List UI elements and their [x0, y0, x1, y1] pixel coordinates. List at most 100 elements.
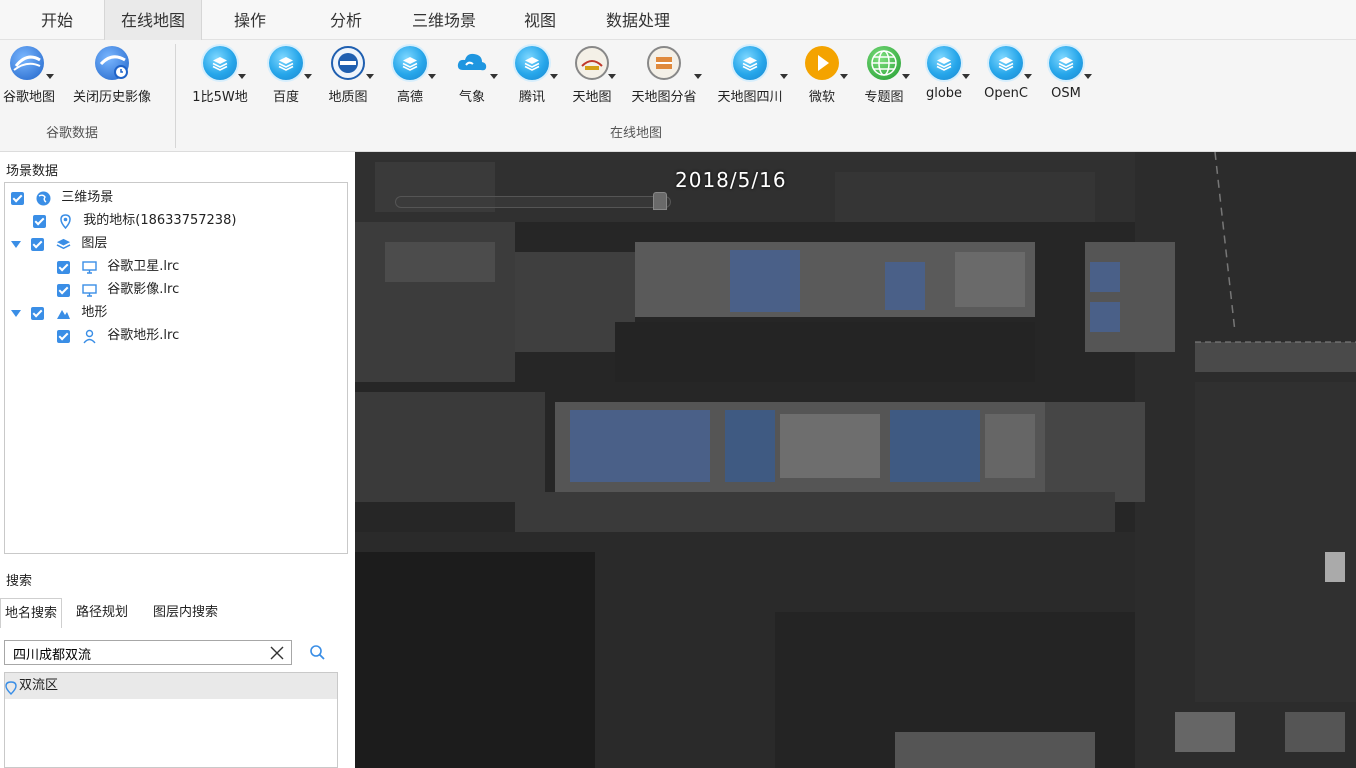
left-panel: 场景数据 三维场景 我的地标(18633757238) 图层 谷歌卫星.lrc …	[0, 152, 355, 768]
globe-icon	[36, 191, 51, 206]
expand-arrow-icon[interactable]	[11, 240, 21, 248]
ribbon-toolbar: 谷歌地图 关闭历史影像 谷歌数据 1比5W地 百度 地质图 高德 气象 腾讯 天…	[0, 40, 1356, 152]
chevron-down-icon[interactable]	[1024, 74, 1032, 79]
close-history-imagery-button[interactable]: 关闭历史影像	[64, 44, 160, 114]
tree-node-label: 地形	[81, 305, 108, 320]
search-results-list: 双流区	[4, 672, 338, 768]
map-view[interactable]: 2018/5/16	[355, 152, 1356, 768]
close-history-imagery-label: 关闭历史影像	[72, 90, 151, 105]
tree-node-google-imagery[interactable]: 谷歌影像.lrc	[57, 279, 179, 301]
pin-icon	[5, 679, 17, 695]
tree-node-my-landmark[interactable]: 我的地标(18633757238)	[33, 210, 236, 232]
search-icon[interactable]	[309, 644, 326, 661]
checkbox[interactable]	[57, 260, 70, 274]
tab-place-search[interactable]: 地名搜索	[0, 598, 62, 628]
layers-icon	[515, 46, 549, 80]
weather-button[interactable]: 气象	[444, 44, 500, 114]
chevron-down-icon[interactable]	[840, 74, 848, 79]
checkbox[interactable]	[33, 214, 46, 228]
chevron-down-icon[interactable]	[366, 74, 374, 79]
tencent-button[interactable]: 腾讯	[504, 44, 560, 114]
layers-icon	[927, 46, 961, 80]
chevron-down-icon[interactable]	[608, 74, 616, 79]
list-item[interactable]: 双流区	[5, 673, 337, 699]
chevron-down-icon[interactable]	[490, 74, 498, 79]
thematic-map-button[interactable]: 专题图	[856, 44, 912, 114]
tab-operate[interactable]: 操作	[212, 0, 288, 40]
gaode-label: 高德	[396, 90, 423, 105]
chevron-down-icon[interactable]	[694, 74, 702, 79]
ribbon-separator	[175, 44, 176, 148]
chevron-down-icon[interactable]	[46, 74, 54, 79]
scene-panel-title: 场景数据	[6, 164, 59, 179]
tree-node-label: 我的地标(18633757238)	[83, 213, 237, 228]
history-time-slider[interactable]	[395, 196, 671, 208]
tianditu-province-button[interactable]: 天地图分省	[624, 44, 704, 114]
scene-tree: 三维场景 我的地标(18633757238) 图层 谷歌卫星.lrc 谷歌影像.…	[4, 182, 348, 554]
thematic-globe-icon	[867, 46, 901, 80]
chevron-down-icon[interactable]	[780, 74, 788, 79]
map-1-50k-button[interactable]: 1比5W地	[188, 44, 252, 114]
monitor-icon	[82, 283, 97, 298]
tree-node-label: 谷歌地形.lrc	[107, 328, 180, 343]
baidu-button[interactable]: 百度	[258, 44, 314, 114]
search-input[interactable]	[13, 644, 263, 662]
close-icon[interactable]	[269, 645, 285, 661]
slider-handle[interactable]	[653, 192, 667, 210]
google-earth-icon	[10, 46, 44, 80]
tree-node-label: 谷歌卫星.lrc	[107, 259, 180, 274]
tianditu-button[interactable]: 天地图	[566, 44, 618, 114]
expand-arrow-icon[interactable]	[11, 309, 21, 317]
tree-node-google-terrain[interactable]: 谷歌地形.lrc	[57, 325, 179, 347]
google-map-label: 谷歌地图	[2, 90, 55, 105]
osm-label: OSM	[1051, 86, 1081, 101]
checkbox[interactable]	[57, 283, 70, 297]
tab-layer-search[interactable]: 图层内搜索	[153, 598, 233, 628]
chevron-down-icon[interactable]	[902, 74, 910, 79]
tab-data-processing[interactable]: 数据处理	[588, 0, 688, 40]
tree-node-label: 谷歌影像.lrc	[107, 282, 180, 297]
chevron-down-icon[interactable]	[428, 74, 436, 79]
bing-button[interactable]: 微软	[796, 44, 848, 114]
search-box	[4, 640, 292, 665]
layers-icon	[56, 237, 71, 252]
checkbox[interactable]	[57, 329, 70, 343]
tab-view[interactable]: 视图	[502, 0, 578, 40]
terrain-icon	[56, 306, 71, 321]
tree-node-google-satellite[interactable]: 谷歌卫星.lrc	[57, 256, 179, 278]
checkbox[interactable]	[31, 237, 45, 251]
gaode-button[interactable]: 高德	[382, 44, 438, 114]
osm-button[interactable]: OSM	[1040, 44, 1092, 114]
checkbox[interactable]	[31, 306, 45, 320]
weather-label: 气象	[458, 90, 485, 105]
google-map-button[interactable]: 谷歌地图	[2, 44, 56, 114]
globe-label: globe	[925, 86, 963, 101]
chevron-down-icon[interactable]	[304, 74, 312, 79]
globe-button[interactable]: globe	[918, 44, 970, 114]
tree-node-3d-scene[interactable]: 三维场景	[11, 187, 113, 209]
menu-bar: 开始 在线地图 操作 分析 三维场景 视图 数据处理	[0, 0, 1356, 40]
geology-map-button[interactable]: 地质图	[320, 44, 376, 114]
tianditu-sichuan-label: 天地图四川	[717, 90, 783, 105]
bing-label: 微软	[808, 90, 835, 105]
tab-analysis[interactable]: 分析	[308, 0, 384, 40]
layers-icon	[733, 46, 767, 80]
tab-online-map[interactable]: 在线地图	[104, 0, 202, 40]
chevron-down-icon[interactable]	[1084, 74, 1092, 79]
tab-start[interactable]: 开始	[20, 0, 94, 40]
chevron-down-icon[interactable]	[238, 74, 246, 79]
geology-map-label: 地质图	[328, 90, 368, 105]
opencycle-button[interactable]: OpenC	[978, 44, 1034, 114]
tree-node-layers[interactable]: 图层	[11, 233, 107, 255]
tianditu-sichuan-button[interactable]: 天地图四川	[710, 44, 790, 114]
tencent-label: 腾讯	[518, 90, 545, 105]
thematic-map-label: 专题图	[864, 90, 904, 105]
checkbox[interactable]	[11, 191, 24, 205]
tree-node-terrain[interactable]: 地形	[11, 302, 107, 324]
tab-3d-scene[interactable]: 三维场景	[394, 0, 494, 40]
chevron-down-icon[interactable]	[962, 74, 970, 79]
opencycle-label: OpenC	[984, 86, 1028, 101]
chevron-down-icon[interactable]	[550, 74, 558, 79]
tab-route-planning[interactable]: 路径规划	[76, 598, 142, 628]
cloud-icon	[455, 46, 489, 80]
